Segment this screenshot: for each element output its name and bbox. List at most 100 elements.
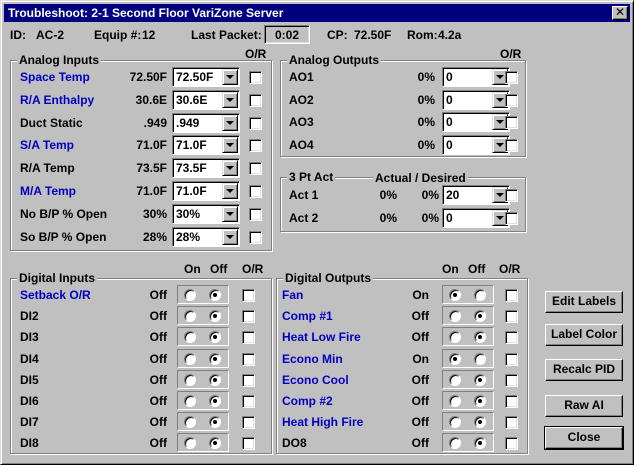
digital-output-label: Fan — [282, 288, 304, 302]
chevron-down-icon[interactable] — [222, 91, 238, 108]
analog-input-setting-combo[interactable]: 72.50F — [172, 67, 240, 87]
on-radio[interactable] — [184, 395, 196, 407]
override-checkbox[interactable] — [505, 416, 518, 430]
off-radio[interactable] — [209, 331, 221, 344]
chevron-down-icon[interactable] — [222, 205, 238, 222]
analog-input-setting-combo[interactable]: 30% — [172, 203, 240, 224]
override-checkbox[interactable] — [249, 185, 262, 198]
digital-outputs-title: Digital Outputs — [283, 271, 373, 285]
off-radio[interactable] — [474, 310, 486, 323]
on-radio[interactable] — [449, 310, 461, 323]
on-radio[interactable] — [184, 331, 196, 344]
off-radio[interactable] — [209, 310, 221, 323]
override-checkbox[interactable] — [242, 416, 255, 430]
on-radio[interactable] — [184, 373, 196, 386]
off-radio[interactable] — [474, 395, 486, 407]
recalc-pid-button[interactable]: Recalc PID — [545, 359, 623, 381]
override-checkbox[interactable] — [249, 116, 262, 130]
override-checkbox[interactable] — [249, 139, 262, 153]
off-radio[interactable] — [209, 416, 221, 429]
off-radio[interactable] — [209, 352, 221, 365]
analog-input-setting-combo[interactable]: 30.6E — [172, 89, 240, 110]
analog-input-label: S/A Temp — [20, 138, 75, 153]
analog-output-setting-combo-value: 0 — [446, 137, 453, 152]
off-radio[interactable] — [209, 373, 221, 386]
on-radio[interactable] — [184, 289, 196, 301]
analog-output-setting-combo[interactable]: 0 — [442, 89, 510, 110]
off-radio[interactable] — [474, 331, 486, 344]
analog-input-setting-combo[interactable]: 28% — [172, 226, 240, 247]
analog-output-label: AO4 — [289, 137, 314, 152]
override-checkbox[interactable] — [505, 437, 518, 451]
override-checkbox[interactable] — [242, 395, 255, 408]
off-radio[interactable] — [209, 395, 221, 407]
override-checkbox[interactable] — [249, 93, 262, 107]
override-checkbox[interactable] — [505, 352, 518, 366]
override-checkbox[interactable] — [505, 395, 518, 408]
on-radio[interactable] — [449, 437, 461, 450]
actuator-setting-combo[interactable]: 0 — [442, 208, 510, 228]
on-radio[interactable] — [184, 352, 196, 365]
override-checkbox[interactable] — [242, 310, 255, 324]
override-checkbox[interactable] — [249, 71, 262, 84]
analog-input-setting-combo[interactable]: 71.0F — [172, 135, 240, 156]
override-checkbox[interactable] — [505, 212, 518, 225]
analog-output-setting-combo[interactable]: 0 — [442, 112, 510, 132]
analog-input-setting-combo[interactable]: 71.0F — [172, 181, 240, 201]
off-radio[interactable] — [474, 352, 486, 365]
override-checkbox[interactable] — [505, 93, 518, 107]
override-checkbox[interactable] — [505, 289, 518, 302]
edit-labels-button[interactable]: Edit Labels — [545, 291, 623, 313]
chevron-down-icon[interactable] — [222, 183, 238, 199]
override-checkbox[interactable] — [242, 331, 255, 345]
label-color-button[interactable]: Label Color — [545, 324, 623, 346]
override-checkbox[interactable] — [249, 207, 262, 221]
on-radio[interactable] — [449, 373, 461, 386]
chevron-down-icon[interactable] — [222, 69, 238, 85]
override-checkbox[interactable] — [242, 437, 255, 451]
chevron-down-icon[interactable] — [222, 160, 238, 177]
off-radio[interactable] — [209, 289, 221, 301]
on-radio[interactable] — [184, 416, 196, 429]
override-checkbox[interactable] — [505, 310, 518, 324]
override-checkbox[interactable] — [242, 352, 255, 366]
override-checkbox[interactable] — [505, 189, 518, 202]
off-radio[interactable] — [474, 373, 486, 386]
override-checkbox[interactable] — [505, 116, 518, 129]
on-radio[interactable] — [449, 395, 461, 407]
digital-input-label: Setback O/R — [20, 288, 91, 302]
chevron-down-icon[interactable] — [222, 114, 238, 131]
override-checkbox[interactable] — [505, 331, 518, 345]
override-checkbox[interactable] — [249, 162, 262, 176]
override-checkbox[interactable] — [505, 138, 518, 152]
analog-input-setting-combo[interactable]: .949 — [172, 112, 240, 133]
on-radio[interactable] — [184, 310, 196, 323]
chevron-down-icon[interactable] — [222, 228, 238, 245]
off-radio[interactable] — [474, 416, 486, 429]
override-checkbox[interactable] — [242, 289, 255, 302]
chevron-down-icon[interactable] — [222, 137, 238, 154]
on-radio[interactable] — [184, 437, 196, 450]
on-radio[interactable] — [449, 416, 461, 429]
close-icon[interactable]: ✕ — [612, 6, 628, 20]
override-checkbox[interactable] — [249, 230, 262, 244]
analog-input-label: M/A Temp — [20, 184, 76, 198]
on-radio[interactable] — [449, 331, 461, 344]
override-checkbox[interactable] — [505, 71, 518, 84]
off-radio[interactable] — [474, 437, 486, 450]
override-checkbox[interactable] — [505, 373, 518, 387]
analog-input-setting-combo[interactable]: 73.5F — [172, 158, 240, 179]
off-radio[interactable] — [209, 437, 221, 450]
analog-output-setting-combo[interactable]: 0 — [442, 134, 510, 155]
on-radio[interactable] — [449, 352, 461, 365]
actuator-setting-combo[interactable]: 20 — [442, 185, 510, 205]
raw-ai-button[interactable]: Raw AI — [545, 395, 623, 417]
title-bar[interactable]: Troubleshoot: 2-1 Second Floor VariZone … — [4, 4, 630, 22]
actual-desired-header: Actual / Desired — [373, 171, 468, 185]
close-button[interactable]: Close — [544, 426, 624, 450]
on-radio[interactable] — [449, 289, 461, 301]
analog-output-setting-combo[interactable]: 0 — [442, 67, 510, 87]
off-radio[interactable] — [474, 289, 486, 301]
override-checkbox[interactable] — [242, 373, 255, 387]
analog-input-label: No B/P % Open — [20, 206, 108, 221]
